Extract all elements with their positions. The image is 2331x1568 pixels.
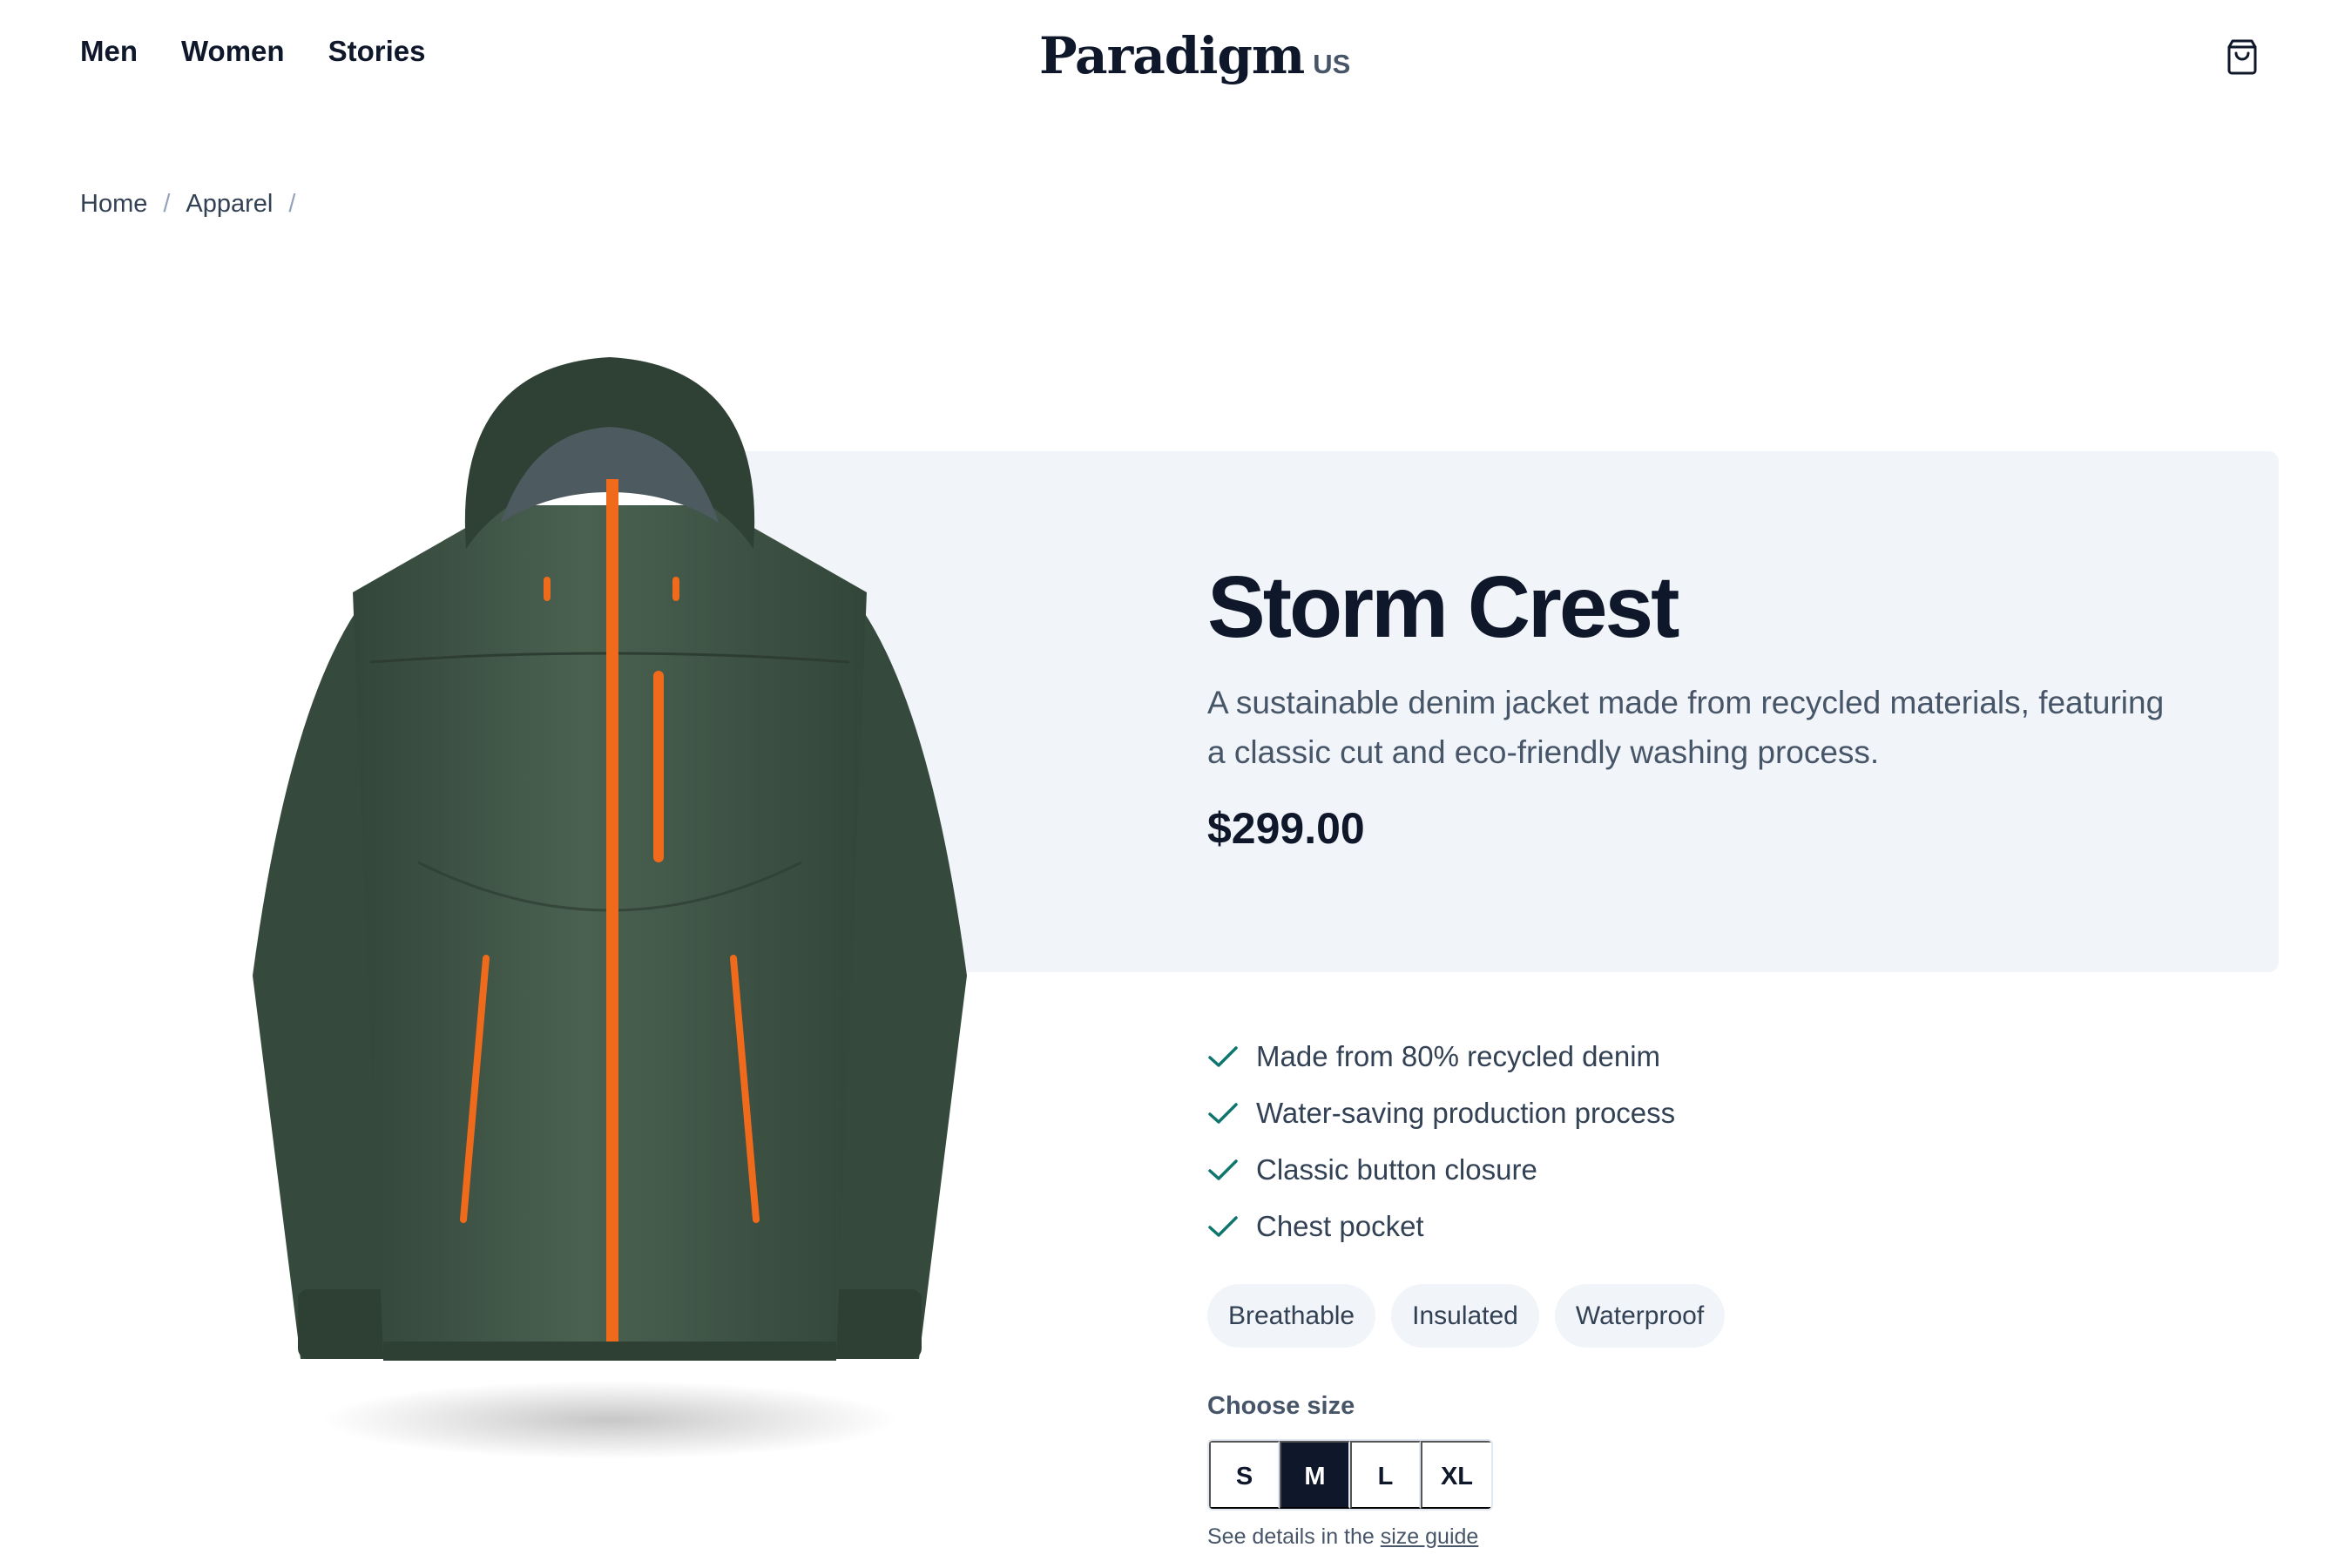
tag-list: Breathable Insulated Waterproof (1207, 1284, 1726, 1348)
size-note-text: See details in the (1207, 1524, 1375, 1549)
list-item: Water-saving production process (1207, 1085, 1675, 1141)
feature-text: Classic button closure (1256, 1152, 1537, 1186)
check-icon (1208, 1102, 1238, 1124)
breadcrumb: Home / Apparel / (80, 190, 295, 219)
site-logo[interactable]: Paradigm US (1039, 26, 1350, 85)
breadcrumb-apparel[interactable]: Apparel (186, 190, 273, 219)
breadcrumb-home[interactable]: Home (80, 190, 147, 219)
product-price: $299.00 (1207, 804, 1365, 853)
size-option-s[interactable]: S (1209, 1441, 1280, 1509)
size-option-m[interactable]: M (1280, 1441, 1350, 1509)
tag-waterproof: Waterproof (1554, 1284, 1726, 1348)
size-selector: S M L XL (1207, 1439, 1493, 1511)
list-item: Made from 80% recycled denim (1207, 1028, 1675, 1085)
list-item: Chest pocket (1207, 1198, 1675, 1254)
check-icon (1208, 1159, 1238, 1180)
breadcrumb-separator: / (163, 190, 171, 218)
breadcrumb-separator: / (288, 190, 296, 218)
nav-men[interactable]: Men (80, 35, 138, 68)
size-guide-link[interactable]: size guide (1381, 1524, 1479, 1549)
product-image (218, 348, 1002, 1481)
tag-insulated: Insulated (1391, 1284, 1539, 1348)
nav-women[interactable]: Women (181, 35, 285, 68)
size-note: See details in the size guide (1207, 1524, 1478, 1550)
tag-breathable: Breathable (1207, 1284, 1376, 1348)
list-item: Classic button closure (1207, 1141, 1675, 1198)
feature-list: Made from 80% recycled denim Water-savin… (1207, 1028, 1675, 1254)
product-page: Men Women Stories Paradigm US Home / App… (0, 0, 2331, 1568)
feature-text: Water-saving production process (1256, 1096, 1676, 1129)
product-description: A sustainable denim jacket made from rec… (1207, 685, 2165, 770)
region-label: US (1313, 49, 1351, 79)
check-icon (1208, 1045, 1238, 1067)
product-title: Storm Crest (1207, 558, 1679, 656)
shopping-bag-icon[interactable] (2226, 38, 2259, 75)
size-label: Choose size (1207, 1392, 1355, 1420)
main-nav: Men Women Stories (80, 35, 425, 68)
feature-text: Chest pocket (1256, 1209, 1424, 1242)
check-icon (1208, 1215, 1238, 1237)
size-option-xl[interactable]: XL (1421, 1441, 1491, 1509)
feature-text: Made from 80% recycled denim (1256, 1039, 1661, 1072)
logo-wordmark: Paradigm (1039, 26, 1305, 85)
nav-stories[interactable]: Stories (328, 35, 426, 68)
size-option-l[interactable]: L (1350, 1441, 1421, 1509)
